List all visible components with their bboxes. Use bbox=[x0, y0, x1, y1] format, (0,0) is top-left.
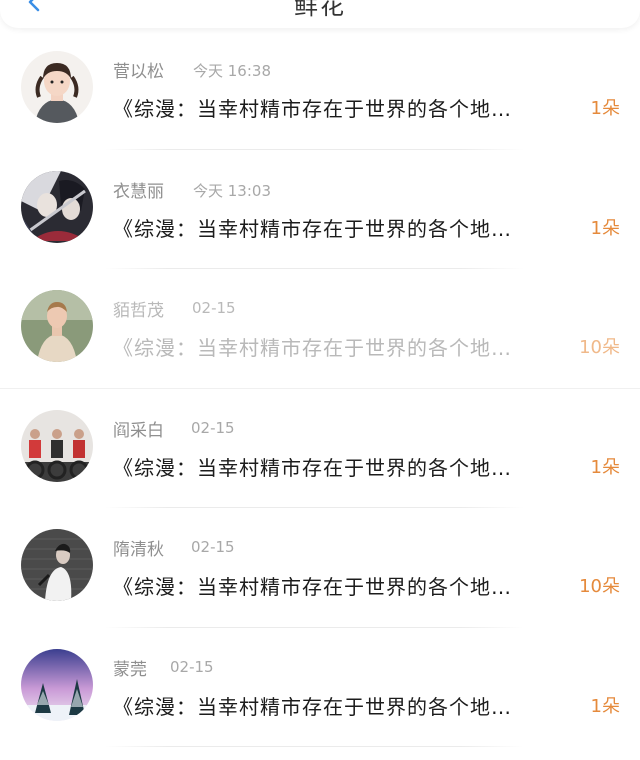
flower-count: 10朵 bbox=[579, 337, 620, 358]
sender-name: 阎采白 bbox=[113, 420, 164, 441]
list-item[interactable]: 衣慧丽 今天 13:03 《综漫：当幸村精市存在于世界的各个地… 1朵 bbox=[0, 150, 640, 269]
message-time: 02-15 bbox=[170, 657, 214, 676]
avatar[interactable] bbox=[21, 529, 93, 601]
sender-name: 蒙莞 bbox=[113, 659, 147, 680]
message-time: 02-15 bbox=[192, 299, 236, 317]
flower-count: 1朵 bbox=[590, 456, 620, 478]
flower-count: 10朵 bbox=[579, 576, 620, 597]
message-text: 《综漫：当幸村精市存在于世界的各个地… bbox=[113, 216, 512, 241]
message-text: 《综漫：当幸村精市存在于世界的各个地… bbox=[113, 336, 512, 360]
avatar[interactable] bbox=[21, 170, 93, 243]
message-text: 《综漫：当幸村精市存在于世界的各个地… bbox=[113, 455, 512, 480]
list-item[interactable]: 蒙莞 02-15 《综漫：当幸村精市存在于世界的各个地… 1朵 bbox=[0, 628, 640, 747]
sender-name: 隋清秋 bbox=[113, 540, 164, 560]
avatar[interactable] bbox=[21, 409, 93, 482]
list-item[interactable]: 菅以松 今天 16:38 《综漫：当幸村精市存在于世界的各个地… 1朵 bbox=[0, 30, 640, 150]
message-time: 今天 13:03 bbox=[193, 181, 271, 200]
top-nav-bar: 鲜花 bbox=[0, 0, 640, 28]
list-item[interactable]: 貊哲茂 02-15 《综漫：当幸村精市存在于世界的各个地… 10朵 bbox=[0, 269, 640, 389]
sender-name: 衣慧丽 bbox=[113, 181, 164, 202]
message-list: 菅以松 今天 16:38 《综漫：当幸村精市存在于世界的各个地… 1朵 衣慧丽 … bbox=[0, 30, 640, 747]
divider bbox=[104, 746, 524, 747]
avatar[interactable] bbox=[21, 648, 93, 721]
sender-name: 菅以松 bbox=[113, 62, 164, 82]
flower-count: 1朵 bbox=[590, 98, 620, 119]
message-text: 《综漫：当幸村精市存在于世界的各个地… bbox=[113, 575, 512, 599]
message-time: 02-15 bbox=[191, 418, 235, 437]
list-item[interactable]: 阎采白 02-15 《综漫：当幸村精市存在于世界的各个地… 1朵 bbox=[0, 389, 640, 508]
sender-name: 貊哲茂 bbox=[113, 301, 164, 321]
page-title: 鲜花 bbox=[294, 0, 346, 20]
flower-count: 1朵 bbox=[590, 217, 620, 239]
avatar[interactable] bbox=[21, 51, 93, 123]
avatar[interactable] bbox=[21, 290, 93, 362]
list-item[interactable]: 隋清秋 02-15 《综漫：当幸村精市存在于世界的各个地… 10朵 bbox=[0, 508, 640, 628]
flower-count: 1朵 bbox=[590, 695, 620, 717]
message-text: 《综漫：当幸村精市存在于世界的各个地… bbox=[113, 97, 512, 121]
message-text: 《综漫：当幸村精市存在于世界的各个地… bbox=[113, 694, 512, 719]
message-time: 02-15 bbox=[191, 538, 235, 556]
message-time: 今天 16:38 bbox=[193, 62, 271, 80]
